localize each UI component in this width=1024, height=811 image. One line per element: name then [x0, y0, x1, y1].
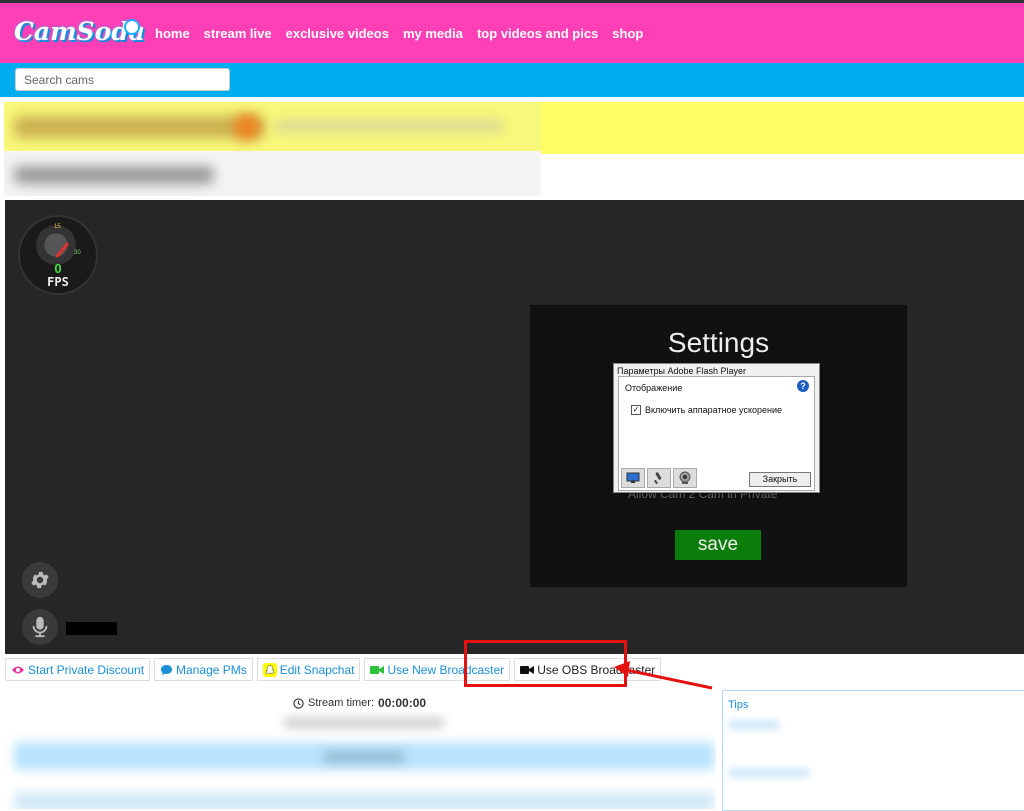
camsoda-logo[interactable]: CamSoda	[14, 17, 145, 57]
flash-tabs	[621, 468, 697, 488]
flash-settings-dialog: Параметры Adobe Flash Player Отображение…	[613, 363, 820, 493]
microphone-icon	[32, 616, 48, 638]
hardware-accel-row[interactable]: ✓ Включить аппаратное ускорение	[631, 405, 782, 415]
broadcast-player: 15 30 0 FPS Settings Allow Cam 2 Cam in …	[5, 200, 1024, 654]
tips-panel: Tips	[722, 690, 1024, 811]
stream-timer: Stream timer: 00:00:00	[293, 696, 426, 710]
video-camera-icon	[370, 665, 385, 674]
snapchat-icon	[262, 662, 277, 677]
blurred-banner	[4, 102, 541, 196]
fps-gauge: 15 30 0 FPS	[18, 215, 98, 295]
camera-tab[interactable]	[673, 468, 697, 488]
logo-bubble-icon	[124, 19, 140, 35]
main-nav: home stream live exclusive videos my med…	[155, 26, 643, 41]
eye-icon	[12, 666, 24, 673]
display-tab[interactable]	[621, 468, 645, 488]
monitor-icon	[626, 472, 640, 483]
microphone-icon	[654, 472, 662, 485]
help-icon[interactable]: ?	[797, 380, 809, 392]
flash-dialog-body: Отображение ? ✓ Включить аппаратное уско…	[618, 376, 815, 491]
nav-home[interactable]: home	[155, 26, 190, 41]
settings-title: Settings	[667, 327, 770, 358]
search-bar	[0, 63, 1024, 97]
nav-stream-live[interactable]: stream live	[204, 26, 272, 41]
nav-top-videos-and-pics[interactable]: top videos and pics	[477, 26, 598, 41]
mic-level-meter	[66, 622, 117, 635]
save-button[interactable]: save	[675, 530, 761, 560]
flash-dialog-title: Параметры Adobe Flash Player	[617, 366, 747, 376]
blurred-lower-content	[4, 712, 716, 809]
manage-pms-label: Manage PMs	[176, 662, 247, 677]
fps-tick-30: 30	[74, 250, 81, 256]
nav-exclusive-videos[interactable]: exclusive videos	[286, 26, 389, 41]
edit-snapchat-button[interactable]: Edit Snapchat	[256, 658, 361, 681]
search-input[interactable]	[15, 68, 230, 91]
nav-my-media[interactable]: my media	[403, 26, 463, 41]
settings-gear-button[interactable]	[22, 562, 58, 598]
yellow-strip	[541, 102, 1024, 154]
tips-label: Tips	[728, 699, 749, 711]
start-private-discount-label: Start Private Discount	[28, 662, 145, 677]
fps-dial	[36, 225, 76, 265]
stream-timer-value: 00:00:00	[378, 696, 427, 710]
gear-icon	[31, 571, 49, 589]
hardware-accel-label: Включить аппаратное ускорение	[645, 405, 783, 415]
header-bar: CamSoda home stream live exclusive video…	[0, 3, 1024, 63]
flash-close-button[interactable]: Закрыть	[749, 472, 811, 487]
nav-shop[interactable]: shop	[612, 26, 643, 41]
stream-timer-label: Stream timer:	[308, 697, 375, 709]
webcam-icon	[679, 471, 691, 484]
start-private-discount-button[interactable]: Start Private Discount	[5, 658, 151, 681]
fps-label: FPS	[47, 275, 69, 289]
flash-section-heading: Отображение	[625, 383, 683, 393]
edit-snapchat-label: Edit Snapchat	[279, 662, 355, 677]
microphone-tab[interactable]	[647, 468, 671, 488]
annotation-arrow	[614, 661, 713, 690]
microphone-button[interactable]	[22, 609, 58, 645]
chat-bubble-icon	[161, 664, 173, 675]
clock-icon	[293, 697, 304, 709]
fps-value: 0	[54, 261, 62, 276]
fps-tick-15: 15	[54, 224, 61, 230]
hardware-accel-checkbox[interactable]: ✓	[631, 405, 641, 415]
manage-pms-button[interactable]: Manage PMs	[154, 658, 253, 681]
